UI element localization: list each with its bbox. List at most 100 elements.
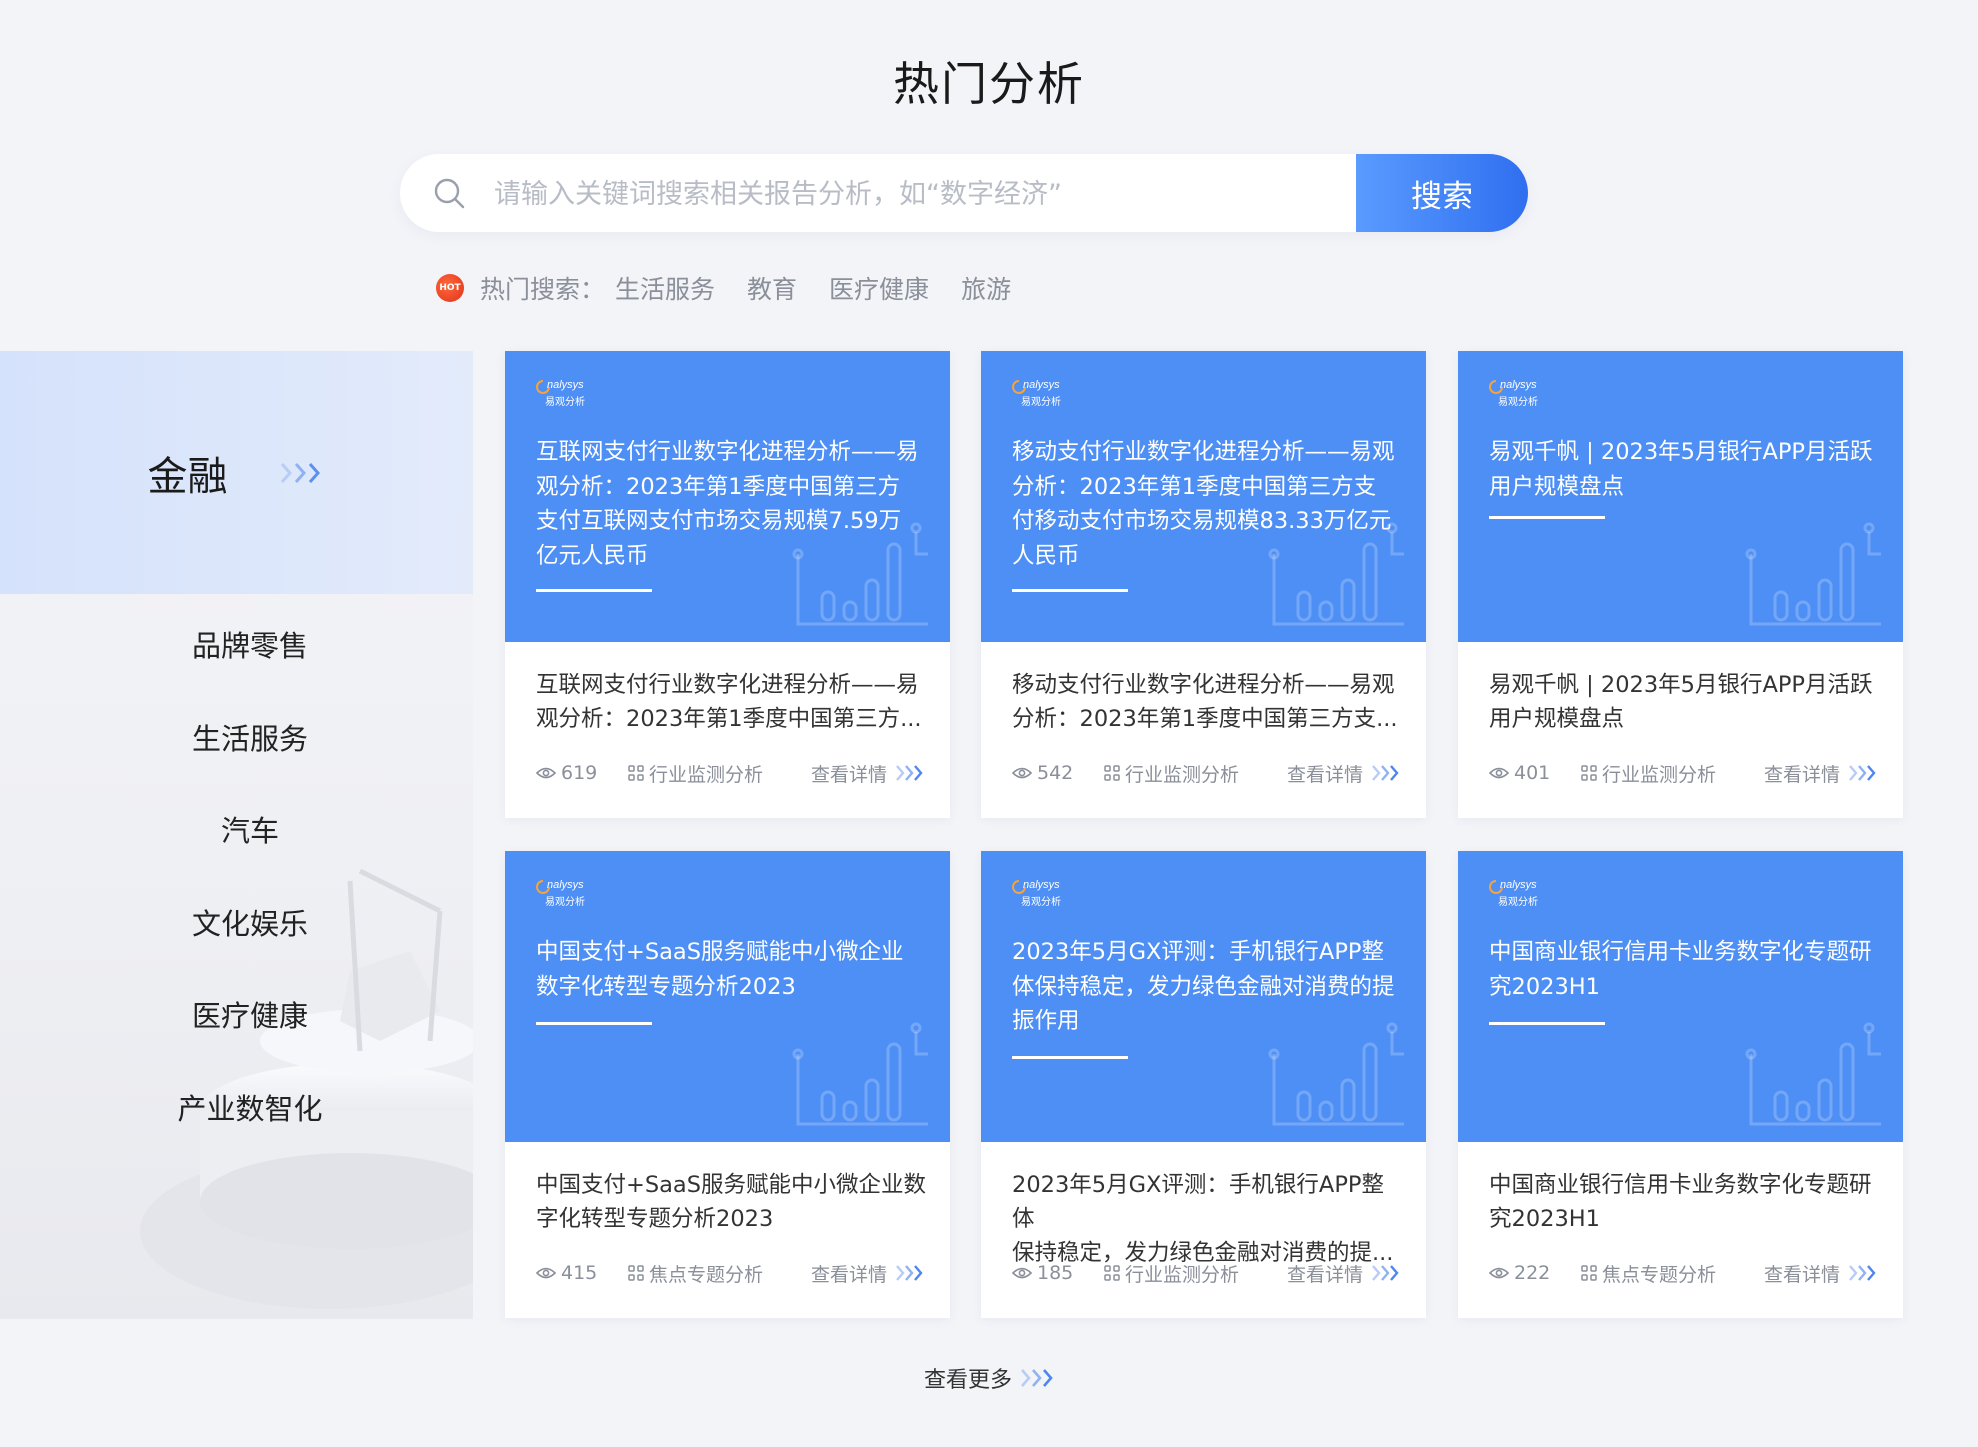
view-count: 185 [1037,1262,1074,1284]
bar-chart-watermark-icon [1268,522,1404,626]
report-card-2[interactable]: nalysys 易观分析 移动支付行业数字化进程分析——易观分析：2023年第1… [981,351,1426,818]
report-description: 互联网支付行业数字化进程分析——易 观分析：2023年第1季度中国第三方... [536,672,922,732]
report-card-1[interactable]: nalysys 易观分析 互联网支付行业数字化进程分析——易观分析：2023年第… [505,351,950,818]
svg-text:nalysys: nalysys [1023,379,1060,391]
report-description: 中国商业银行信用卡业务数字化专题研 究2023H1 [1489,1172,1872,1232]
sidebar-active-label: 金融 [147,453,228,500]
report-cover: nalysys 易观分析 中国支付+SaaS服务赋能中小微企业数字化转型专题分析… [505,851,950,1142]
report-meta: 401 行业监测分析 查看详情 [1489,758,1889,788]
view-count: 542 [1037,762,1074,784]
hot-tag-education[interactable]: 教育 [747,270,797,306]
analysys-logo: nalysys 易观分析 [536,379,585,408]
svg-text:易观分析: 易观分析 [1498,895,1538,908]
report-card-4[interactable]: nalysys 易观分析 中国支付+SaaS服务赋能中小微企业数字化转型专题分析… [505,851,950,1318]
view-detail-link[interactable]: 查看详情 [1764,1260,1878,1287]
view-detail-link[interactable]: 查看详情 [1287,760,1401,787]
svg-text:易观分析: 易观分析 [545,895,585,908]
report-category: 行业监测分析 [1125,763,1240,786]
page-title: 热门分析 [893,57,1085,111]
sidebar-item-industry-digital[interactable]: 产业数智化 [0,1086,473,1128]
report-card-5[interactable]: nalysys 易观分析 2023年5月GX评测：手机银行APP整体保持稳定，发… [981,851,1426,1318]
report-category: 行业监测分析 [1602,763,1717,786]
hot-tag-healthcare[interactable]: 医疗健康 [829,270,929,306]
report-meta: 415 焦点专题分析 查看详情 [536,1258,936,1288]
view-detail-label: 查看详情 [1764,763,1841,786]
hot-tag-travel[interactable]: 旅游 [961,270,1011,306]
svg-text:易观分析: 易观分析 [1021,895,1061,908]
grid-category-icon [1104,765,1120,781]
view-detail-label: 查看详情 [1287,1263,1364,1286]
report-category: 行业监测分析 [1125,1263,1240,1286]
report-cover: nalysys 易观分析 互联网支付行业数字化进程分析——易观分析：2023年第… [505,351,950,642]
report-cover: nalysys 易观分析 中国商业银行信用卡业务数字化专题研究2023H1 [1458,851,1903,1142]
chevron-right-icon [1372,765,1399,781]
sidebar-item-healthcare[interactable]: 医疗健康 [0,993,473,1035]
report-cover-title: 中国商业银行信用卡业务数字化专题研究2023H1 [1489,939,1872,1000]
search-icon [434,178,465,209]
report-category: 焦点专题分析 [649,1263,764,1286]
view-count: 401 [1514,762,1551,784]
grid-category-icon [1581,765,1597,781]
view-detail-link[interactable]: 查看详情 [811,1260,925,1287]
sidebar-item-brand-retail[interactable]: 品牌零售 [0,623,473,665]
chevron-right-icon [1849,765,1876,781]
analysys-logo: nalysys 易观分析 [1489,379,1538,408]
analysys-logo: nalysys 易观分析 [1489,879,1538,908]
hot-tag-life-service[interactable]: 生活服务 [615,270,715,306]
bar-chart-watermark-icon [792,1022,928,1126]
chevron-right-icon [1021,1369,1053,1387]
svg-text:nalysys: nalysys [1500,879,1537,891]
category-sidebar: 金融 品牌零售 生活服务 汽车 文化娱乐 医疗健康 产业数智化 [0,351,473,1319]
bar-chart-watermark-icon [792,522,928,626]
bar-chart-watermark-icon [1745,522,1881,626]
eye-icon [1012,767,1032,779]
chevron-right-icon [1372,1265,1399,1281]
svg-text:易观分析: 易观分析 [545,395,585,408]
search-button[interactable]: 搜索 [1356,154,1528,232]
grid-category-icon [1581,1265,1597,1281]
view-count: 619 [561,762,598,784]
report-meta: 619 行业监测分析 查看详情 [536,758,936,788]
sidebar-item-life-service[interactable]: 生活服务 [0,716,473,758]
view-detail-link[interactable]: 查看详情 [1764,760,1878,787]
search-input[interactable] [492,168,1346,220]
eye-icon [1489,1267,1509,1279]
report-card-3[interactable]: nalysys 易观分析 易观千帆 | 2023年5月银行APP月活跃用户规模盘… [1458,351,1903,818]
report-cover: nalysys 易观分析 2023年5月GX评测：手机银行APP整体保持稳定，发… [981,851,1426,1142]
grid-category-icon [628,765,644,781]
chevron-right-icon [1849,1265,1876,1281]
cover-underline [1012,589,1128,592]
svg-text:nalysys: nalysys [547,379,584,391]
report-meta: 222 焦点专题分析 查看详情 [1489,1258,1889,1288]
chevron-right-icon [896,765,923,781]
report-meta: 185 行业监测分析 查看详情 [1012,1258,1412,1288]
cover-underline [1012,1056,1128,1059]
view-detail-label: 查看详情 [1764,1263,1841,1286]
sidebar-item-auto[interactable]: 汽车 [0,808,473,850]
report-description: 移动支付行业数字化进程分析——易观 分析：2023年第1季度中国第三方支... [1012,672,1398,732]
eye-icon [1489,767,1509,779]
hot-search-row: HOT 热门搜索： 生活服务 教育 医疗健康 旅游 [436,268,1043,308]
cover-underline [1489,516,1605,519]
bar-chart-watermark-icon [1268,1022,1404,1126]
report-category: 行业监测分析 [649,763,764,786]
view-detail-label: 查看详情 [1287,763,1364,786]
eye-icon [1012,1267,1032,1279]
report-cover-title: 中国支付+SaaS服务赋能中小微企业数字化转型专题分析2023 [536,939,904,1000]
view-detail-link[interactable]: 查看详情 [811,760,925,787]
report-description: 易观千帆 | 2023年5月银行APP月活跃 用户规模盘点 [1489,672,1873,732]
view-count: 415 [561,1262,598,1284]
sidebar-item-culture-entertainment[interactable]: 文化娱乐 [0,901,473,943]
svg-text:nalysys: nalysys [547,879,584,891]
bar-chart-watermark-icon [1745,1022,1881,1126]
analysys-logo: nalysys 易观分析 [1012,379,1061,408]
analysys-logo: nalysys 易观分析 [1012,879,1061,908]
report-card-6[interactable]: nalysys 易观分析 中国商业银行信用卡业务数字化专题研究2023H1 中国… [1458,851,1903,1318]
report-description: 2023年5月GX评测：手机银行APP整体 保持稳定，发力绿色金融对消费的提... [1012,1172,1394,1266]
view-detail-link[interactable]: 查看详情 [1287,1260,1401,1287]
grid-category-icon [628,1265,644,1281]
sidebar-item-finance[interactable]: 金融 [0,351,473,594]
report-category: 焦点专题分析 [1602,1263,1717,1286]
view-more-label: 查看更多 [923,1368,1012,1393]
view-more-link[interactable]: 查看更多 [0,1362,1978,1394]
